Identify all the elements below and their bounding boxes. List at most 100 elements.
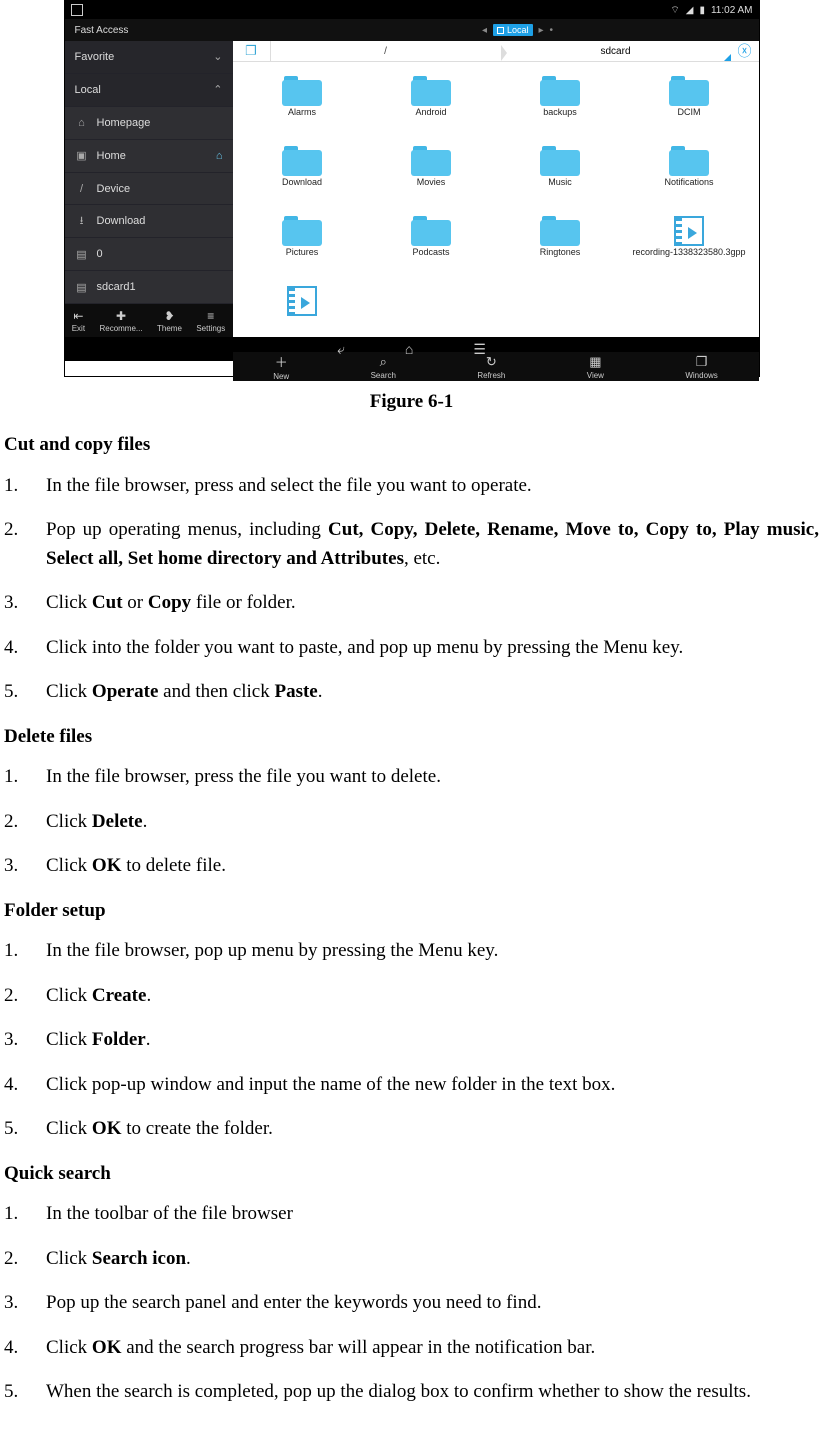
file-label: Download (282, 178, 322, 198)
file-label: Pictures (286, 248, 319, 268)
step-text: In the file browser, pop up menu by pres… (46, 937, 819, 966)
recommend-label: Recomme... (99, 324, 142, 333)
folder-music[interactable]: Music (497, 138, 624, 206)
step-text: Click Cut or Copy file or folder. (46, 589, 819, 618)
sidebar-item-label: Device (97, 183, 131, 195)
section-heading-delete: Delete files (4, 723, 819, 752)
file-grid: Alarms Android backups DCIM Download Mov… (233, 62, 759, 352)
folder-icon (411, 146, 451, 176)
file-label: Android (415, 108, 446, 128)
step-text: In the toolbar of the file browser (46, 1200, 819, 1229)
sidebar-section-favorite[interactable]: Favorite ⌄ (65, 41, 233, 74)
view-button[interactable]: ▦View (587, 354, 604, 380)
breadcrumb-current[interactable]: sdcard (501, 41, 731, 61)
bluetooth-icon: ⌔ (670, 4, 679, 17)
folder-pictures[interactable]: Pictures (239, 208, 366, 276)
sidebar-favorite-label: Favorite (75, 51, 115, 63)
step-text: Click into the folder you want to paste,… (46, 634, 819, 663)
sidebar-item-disk-0[interactable]: ▤ 0 (65, 238, 233, 271)
battery-icon: ▮ (699, 5, 705, 16)
sidebar-item-sdcard1[interactable]: ▤ sdcard1 (65, 271, 233, 304)
home-icon[interactable]: ⌂ (405, 341, 413, 357)
sidebar-section-local[interactable]: Local ⌃ (65, 74, 233, 107)
figure-caption: Figure 6-1 (0, 391, 823, 413)
sidebar-item-label: Homepage (97, 117, 151, 129)
folder-icon (282, 76, 322, 106)
sidebar-item-label: Home (97, 150, 126, 162)
sidebar-item-label: 0 (97, 248, 103, 260)
theme-icon: ❥ (164, 309, 174, 323)
step-text: Pop up the search panel and enter the ke… (46, 1289, 819, 1318)
file-label: backups (543, 108, 577, 128)
grid-icon: ▦ (589, 354, 601, 370)
folder-movies[interactable]: Movies (368, 138, 495, 206)
view-label: View (587, 371, 604, 380)
tab-more-icon[interactable]: • (550, 25, 554, 36)
pin-home-icon: ⌂ (216, 150, 223, 162)
exit-button[interactable]: ⇤Exit (72, 309, 85, 333)
file-browser-screenshot: ⌔ ◢ ▮ 11:02 AM Fast Access ◂ Local ▸ • F… (64, 0, 760, 377)
recents-icon[interactable]: ☰ (473, 341, 486, 358)
sidebar-item-homepage[interactable]: ⌂ Homepage (65, 107, 233, 140)
step-text: Click Folder. (46, 1026, 819, 1055)
folder-icon (540, 216, 580, 246)
search-button[interactable]: ⌕Search (371, 354, 396, 380)
file-label: Alarms (288, 108, 316, 128)
sidebar-item-download[interactable]: ⭳ Download (65, 205, 233, 238)
folder-alarms[interactable]: Alarms (239, 68, 366, 136)
sidebar-item-home[interactable]: ▣ Home ⌂ (65, 140, 233, 173)
tab-local[interactable]: Local (493, 24, 533, 36)
folder-ringtones[interactable]: Ringtones (497, 208, 624, 276)
file-recording[interactable]: recording-1338323580.3gpp (626, 208, 753, 276)
gallery-icon (71, 4, 83, 16)
step-text: Click OK and the search progress bar wil… (46, 1334, 819, 1363)
settings-label: Settings (196, 324, 225, 333)
sidebar: Favorite ⌄ Local ⌃ ⌂ Homepage ▣ Home ⌂ (65, 41, 233, 337)
document-body: Cut and copy files In the file browser, … (0, 431, 823, 1407)
new-button[interactable]: ＋New (273, 352, 289, 381)
settings-button[interactable]: ≡Settings (196, 309, 225, 333)
refresh-icon: ↻ (486, 354, 497, 370)
back-icon[interactable]: ⤶ (337, 341, 345, 358)
file-label: Ringtones (540, 248, 581, 268)
tab-local-label: Local (507, 25, 529, 35)
folder-dcim[interactable]: DCIM (626, 68, 753, 136)
sidebar-local-label: Local (75, 84, 101, 96)
settings-icon: ≡ (207, 309, 214, 323)
folder-backups[interactable]: backups (497, 68, 624, 136)
video-file-icon (674, 216, 704, 246)
disk-icon: ▤ (75, 247, 89, 261)
sdcard-icon: ▤ (75, 280, 89, 294)
tab-arrow-left-icon[interactable]: ◂ (482, 25, 487, 36)
clock-text: 11:02 AM (711, 5, 753, 16)
step-text: Click Operate and then click Paste. (46, 678, 819, 707)
folder-notifications[interactable]: Notifications (626, 138, 753, 206)
recommend-button[interactable]: ✚Recomme... (99, 309, 142, 333)
folder-download[interactable]: Download (239, 138, 366, 206)
tab-arrow-right-icon[interactable]: ▸ (539, 25, 544, 36)
close-tab-button[interactable]: ⓧ (731, 41, 759, 61)
breadcrumb-root[interactable]: / (271, 41, 501, 61)
home-icon: ⌂ (75, 116, 89, 130)
steps-search: In the toolbar of the file browser Click… (4, 1200, 819, 1407)
folder-android[interactable]: Android (368, 68, 495, 136)
app-title-bar: Fast Access ◂ Local ▸ • (65, 19, 759, 41)
search-label: Search (371, 371, 396, 380)
step-text: Click OK to create the folder. (46, 1115, 819, 1144)
step-text: In the file browser, press and select th… (46, 472, 819, 501)
steps-cutcopy: In the file browser, press and select th… (4, 472, 819, 707)
steps-delete: In the file browser, press the file you … (4, 763, 819, 881)
gift-icon: ✚ (116, 309, 126, 323)
fast-access-label[interactable]: Fast Access (65, 25, 277, 36)
window-switch-button[interactable]: ❐ (233, 41, 271, 61)
exit-label: Exit (72, 324, 85, 333)
theme-button[interactable]: ❥Theme (157, 309, 182, 333)
theme-label: Theme (157, 324, 182, 333)
folder-icon (282, 146, 322, 176)
file-video[interactable] (239, 278, 366, 346)
sidebar-item-device[interactable]: / Device (65, 173, 233, 206)
folder-podcasts[interactable]: Podcasts (368, 208, 495, 276)
step-text: Pop up operating menus, including Cut, C… (46, 516, 819, 573)
sidebar-bottom-bar: ⇤Exit ✚Recomme... ❥Theme ≡Settings (65, 304, 233, 337)
windows-button[interactable]: ❐Windows (685, 354, 717, 380)
